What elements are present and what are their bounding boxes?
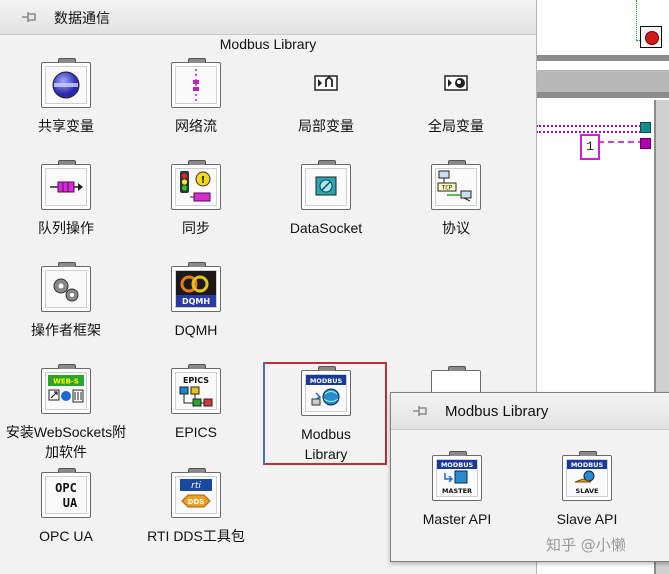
protocols-icon: TCP bbox=[431, 160, 481, 210]
item-label: Slave API bbox=[556, 511, 618, 527]
item-label: 局部变量 bbox=[298, 118, 354, 134]
svg-text:MODBUS: MODBUS bbox=[441, 461, 474, 469]
palette-item-modbus-library[interactable]: MODBUS Modbus Library bbox=[268, 366, 384, 466]
palette-item-global-variable[interactable]: 全局变量 bbox=[398, 58, 514, 138]
item-label: 网络流 bbox=[175, 118, 217, 134]
item-label: 操作者框架 bbox=[31, 322, 101, 338]
palette-item-protocols[interactable]: TCP 协议 bbox=[398, 160, 514, 240]
cluster-wire[interactable] bbox=[536, 125, 644, 133]
palette-item-network-stream[interactable]: 网络流 bbox=[138, 58, 254, 138]
palette-header: 数据通信 bbox=[0, 0, 536, 35]
palette-item-dqmh[interactable]: DQMH DQMH bbox=[138, 262, 254, 342]
numeric-constant[interactable]: 1 bbox=[580, 134, 600, 160]
diagram-border-bottom bbox=[536, 92, 669, 98]
rti-dds-icon: rti DDS bbox=[171, 468, 221, 518]
diagram-wire-green bbox=[636, 0, 638, 40]
item-label: OPC UA bbox=[39, 528, 93, 544]
palette-item-epics[interactable]: EPICS EPICS bbox=[138, 364, 254, 464]
palette-item-rti-dds[interactable]: rti DDS RTI DDS工具包 bbox=[138, 468, 254, 548]
pin-icon[interactable] bbox=[20, 9, 40, 25]
datasocket-icon bbox=[301, 160, 351, 210]
svg-text:SLAVE: SLAVE bbox=[576, 487, 599, 495]
svg-text:DQMH: DQMH bbox=[182, 297, 210, 306]
watermark-text: 知乎 @小懒 bbox=[546, 536, 626, 554]
opc-ua-icon: OPC UA bbox=[41, 468, 91, 518]
palette-item-synchronization[interactable]: ! 同步 bbox=[138, 160, 254, 240]
dqmh-icon: DQMH bbox=[171, 262, 221, 312]
epics-icon: EPICS bbox=[171, 364, 221, 414]
selection-accent bbox=[263, 362, 265, 465]
item-label: DQMH bbox=[174, 322, 218, 338]
item-label: RTI DDS工具包 bbox=[147, 528, 245, 544]
item-label: Master API bbox=[422, 511, 492, 527]
svg-text:OPC: OPC bbox=[55, 481, 77, 495]
svg-text:!: ! bbox=[201, 175, 206, 186]
item-label: 安装WebSockets附加软件 bbox=[5, 424, 127, 460]
synchronization-icon: ! bbox=[171, 160, 221, 210]
svg-text:DDS: DDS bbox=[188, 498, 205, 506]
item-label: 共享变量 bbox=[38, 118, 94, 134]
websockets-icon: WEB-S bbox=[41, 364, 91, 414]
pin-icon[interactable] bbox=[411, 403, 431, 423]
subpalette-item-master-api[interactable]: MODBUS MASTER Master API bbox=[399, 451, 515, 531]
subpalette-item-slave-api[interactable]: MODBUS SLAVE Slave API bbox=[529, 451, 645, 531]
svg-text:rti: rti bbox=[191, 481, 201, 491]
item-label: 队列操作 bbox=[38, 220, 94, 236]
subpalette-header: Modbus Library bbox=[391, 393, 669, 430]
item-label: DataSocket bbox=[289, 220, 363, 236]
svg-text:UA: UA bbox=[63, 496, 78, 510]
palette-item-queue-operations[interactable]: 队列操作 bbox=[8, 160, 124, 240]
item-label: 协议 bbox=[442, 220, 470, 236]
modbus-library-subpalette: Modbus Library MODBUS MASTER Master API M… bbox=[390, 392, 669, 562]
numeric-wire[interactable] bbox=[598, 141, 644, 143]
queue-icon bbox=[41, 160, 91, 210]
svg-text:MODBUS: MODBUS bbox=[310, 377, 343, 385]
subpalette-title: Modbus Library bbox=[445, 403, 549, 420]
item-label: EPICS bbox=[174, 424, 217, 440]
stop-button-icon[interactable] bbox=[640, 26, 662, 48]
modbus-library-icon: MODBUS bbox=[301, 366, 351, 416]
svg-text:TCP: TCP bbox=[442, 185, 453, 192]
diagram-border-top bbox=[536, 55, 669, 61]
palette-item-actor-framework[interactable]: 操作者框架 bbox=[8, 262, 124, 342]
global-variable-icon bbox=[431, 58, 481, 108]
palette-item-opc-ua[interactable]: OPC UA OPC UA bbox=[8, 468, 124, 548]
actor-framework-icon bbox=[41, 262, 91, 312]
palette-item-datasocket[interactable]: DataSocket bbox=[268, 160, 384, 240]
network-stream-icon bbox=[171, 58, 221, 108]
diagram-border-band bbox=[536, 70, 669, 92]
local-variable-icon bbox=[301, 58, 351, 108]
palette-item-shared-variable[interactable]: 共享变量 bbox=[8, 58, 124, 138]
svg-text:MASTER: MASTER bbox=[442, 487, 472, 495]
item-label: Modbus Library bbox=[301, 426, 351, 462]
item-label: 同步 bbox=[182, 220, 210, 236]
tunnel-node-teal[interactable] bbox=[640, 122, 651, 133]
palette-title: 数据通信 bbox=[54, 11, 110, 27]
svg-text:WEB-S: WEB-S bbox=[53, 378, 79, 386]
modbus-master-icon: MODBUS MASTER bbox=[432, 451, 482, 501]
tunnel-node-pink[interactable] bbox=[640, 138, 651, 149]
shared-variable-icon bbox=[41, 58, 91, 108]
palette-subtitle: Modbus Library bbox=[219, 36, 317, 52]
palette-item-websockets[interactable]: WEB-S 安装WebSockets附加软件 bbox=[6, 364, 126, 464]
svg-text:MODBUS: MODBUS bbox=[571, 461, 604, 469]
palette-item-local-variable[interactable]: 局部变量 bbox=[268, 58, 384, 138]
modbus-slave-icon: MODBUS SLAVE bbox=[562, 451, 612, 501]
svg-text:EPICS: EPICS bbox=[183, 376, 209, 385]
item-label: 全局变量 bbox=[428, 118, 484, 134]
